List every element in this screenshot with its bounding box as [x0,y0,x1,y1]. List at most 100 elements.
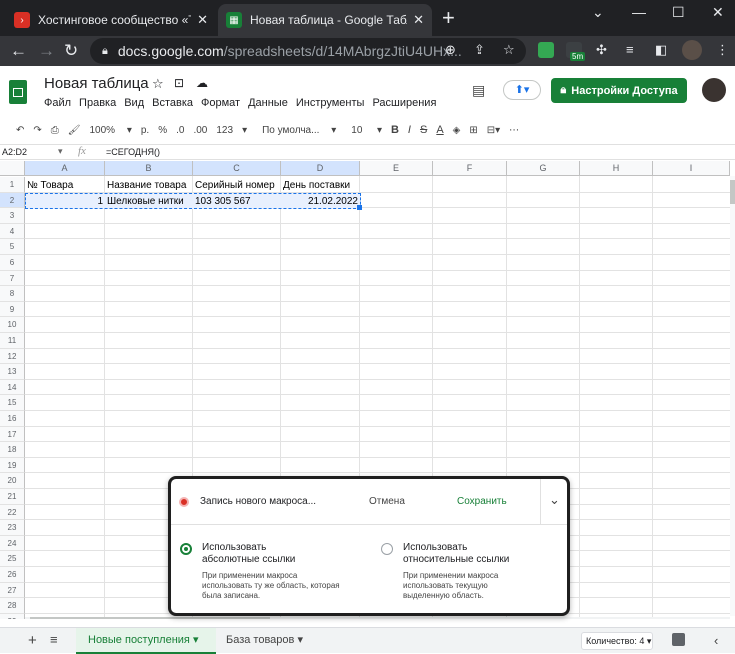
font-size-select[interactable]: 10 ▾ [351,125,382,136]
decrease-decimal-button[interactable]: .0 [176,125,184,136]
chevron-down-icon[interactable]: ⌄ [549,492,560,508]
column-header[interactable]: B [105,161,193,176]
row-header[interactable]: 26 [0,567,25,583]
explore-icon[interactable] [672,633,685,646]
row-header[interactable]: 5 [0,239,25,255]
name-box-dropdown-icon[interactable]: ▾ [58,146,63,157]
cell-d2[interactable]: 21.02.2022 [281,194,360,209]
minimize-button[interactable]: — [632,4,646,20]
save-button[interactable]: Сохранить [457,496,507,507]
row-header[interactable]: 16 [0,411,25,427]
cell-c1[interactable]: Серийный номер [193,178,281,193]
column-header[interactable]: H [580,161,653,176]
row-header[interactable]: 8 [0,286,25,302]
star-icon[interactable]: ☆ [152,76,164,92]
option-relative-title[interactable]: Использовать относительные ссылки [403,542,533,566]
menu-view[interactable]: Вид [124,97,144,109]
maximize-button[interactable]: ☐ [672,4,685,21]
cell-d1[interactable]: День поставки [281,178,360,193]
fill-color-icon[interactable]: ◈ [453,125,461,136]
browser-tab-sheets[interactable]: ▦ Новая таблица - Google Таблиц ✕ [218,4,432,36]
cell-a2[interactable]: 1 [25,194,105,209]
formula-input[interactable]: =СЕГОДНЯ() [106,147,160,157]
browser-tab-timeweb[interactable]: › Хостинговое сообщество «Time ✕ [6,4,216,36]
close-tab-icon[interactable]: ✕ [413,12,424,28]
sheet-tab-active[interactable]: Новые поступления ▾ [76,628,216,654]
row-header[interactable]: 14 [0,379,25,396]
sheet-tab[interactable]: База товаров ▾ [226,628,303,654]
share-page-icon[interactable]: ⇪ [474,42,485,58]
reload-icon[interactable]: ↻ [64,40,78,62]
menu-edit[interactable]: Правка [79,97,116,109]
print-icon[interactable]: ⎙ [51,125,59,136]
share-button[interactable]: 🔒︎ Настройки Доступа [551,78,687,103]
cell-b2[interactable]: Шелковые нитки [105,194,193,209]
row-header[interactable]: 3 [0,208,25,224]
forward-icon[interactable]: → [38,40,55,62]
profile-avatar[interactable] [682,40,702,60]
cell-c2[interactable]: 103 305 567 [193,194,281,209]
row-header[interactable]: 6 [0,255,25,271]
row-header[interactable]: 25 [0,551,25,567]
text-color-button[interactable]: A [436,124,443,136]
increase-decimal-button[interactable]: .00 [193,125,207,136]
menu-file[interactable]: Файл [44,97,71,109]
row-header[interactable]: 29 [0,613,25,619]
url-input[interactable]: 🔒︎ docs.google.com/spreadsheets/d/14MAbr… [90,38,526,64]
more-tools-button[interactable]: ⋯ [509,125,519,136]
extensions-puzzle-icon[interactable]: ✣ [596,42,607,58]
percent-format-button[interactable]: % [158,125,167,136]
collapse-panel-icon[interactable]: ‹ [714,633,718,648]
name-box[interactable]: A2:D2 [2,147,27,157]
strikethrough-button[interactable]: S [420,124,427,136]
row-header[interactable]: 22 [0,504,25,521]
row-header[interactable]: 7 [0,270,25,287]
font-select[interactable]: По умолча... ▾ [262,125,336,136]
row-header[interactable]: 4 [0,223,25,240]
user-avatar[interactable] [702,78,726,102]
vertical-scrollbar-thumb[interactable] [730,180,735,204]
row-header[interactable]: 24 [0,535,25,552]
all-sheets-icon[interactable]: ≡ [50,632,58,647]
cell-a1[interactable]: № Товара [25,178,105,193]
select-all-corner[interactable] [0,161,25,176]
row-header[interactable]: 27 [0,582,25,599]
merge-cells-icon[interactable]: ⊟▾ [487,125,500,136]
radio-relative[interactable] [381,543,393,555]
menu-data[interactable]: Данные [248,97,288,109]
horizontal-scrollbar-thumb[interactable] [30,617,270,619]
radio-absolute[interactable] [180,543,192,555]
count-summary[interactable]: Количество: 4 ▾ [581,632,653,650]
cancel-button[interactable]: Отмена [369,496,405,507]
add-sheet-button[interactable]: + [28,632,37,649]
row-header[interactable]: 23 [0,520,25,536]
row-header[interactable]: 2 [0,192,25,209]
menu-extensions[interactable]: Расширения [372,97,436,109]
reading-list-icon[interactable]: ≡ [626,42,634,57]
bookmark-star-icon[interactable]: ☆ [503,42,515,58]
row-header[interactable]: 1 [0,177,25,193]
vertical-scrollbar[interactable] [730,176,735,616]
zoom-select[interactable]: 100% ▾ [89,125,131,136]
more-formats-button[interactable]: 123 ▾ [216,125,247,136]
back-icon[interactable]: ← [10,40,27,62]
option-absolute-title[interactable]: Использовать абсолютные ссылки [202,542,312,566]
row-header[interactable]: 17 [0,426,25,443]
borders-icon[interactable]: ⊞ [469,125,477,136]
comments-icon[interactable]: ▤ [472,82,485,99]
zoom-icon[interactable]: ⊕ [445,42,456,58]
column-header[interactable]: E [360,161,433,176]
currency-format-button[interactable]: р. [141,125,149,136]
row-header[interactable]: 13 [0,364,25,380]
menu-tools[interactable]: Инструменты [296,97,365,109]
move-folder-icon[interactable]: ⊡ [174,76,184,90]
row-header[interactable]: 28 [0,598,25,614]
present-meeting-button[interactable]: ⬆▾ [503,80,541,100]
redo-icon[interactable]: ↷ [33,125,41,136]
menu-insert[interactable]: Вставка [152,97,193,109]
new-tab-button[interactable]: + [442,6,455,30]
paint-format-icon[interactable]: 🖌︎ [68,125,81,136]
sheets-logo-icon[interactable] [9,80,27,104]
tab-search-icon[interactable]: ⌄ [592,4,604,21]
column-header[interactable]: G [507,161,580,176]
